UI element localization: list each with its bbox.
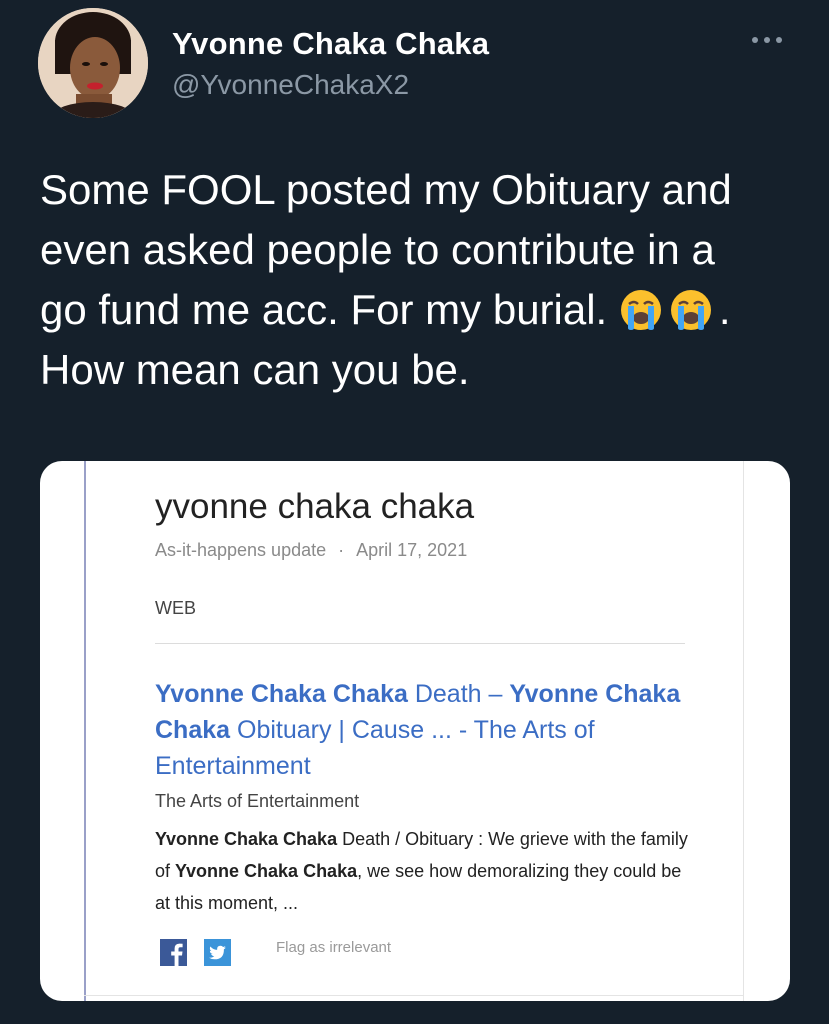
tweet-line: go fund me acc. For my burial. . [40,280,800,340]
facebook-icon[interactable] [160,939,187,966]
section-divider [155,643,685,644]
loudly-crying-face-icon [619,288,663,332]
meta-separator: · [338,540,345,560]
tweet-line: Some FOOL posted my Obituary and [40,166,732,213]
tweet-text: Some FOOL posted my Obituary and even as… [40,160,800,400]
loudly-crying-face-icon [669,288,713,332]
flag-irrelevant-link[interactable]: Flag as irrelevant [276,939,391,956]
result-source: The Arts of Entertainment [155,791,360,811]
display-name[interactable]: Yvonne Chaka Chaka [172,26,489,62]
alert-date: April 17, 2021 [356,540,468,560]
tweet: Yvonne Chaka Chaka @YvonneChakaX2 Some F… [0,0,829,1024]
more-options-icon[interactable] [749,30,785,50]
section-label: WEB [155,598,197,618]
alert-type: As-it-happens update [155,540,327,560]
result-snippet: Yvonne Chaka Chaka Death / Obituary : We… [155,823,695,919]
snippet-bold: Yvonne Chaka Chaka [175,861,358,881]
tweet-line: How mean can you be. [40,346,470,393]
avatar[interactable] [38,8,148,118]
attached-image-card[interactable]: yvonne chaka chaka As-it-happens update ·… [40,461,790,1001]
alert-meta: As-it-happens update · April 17, 2021 [155,540,467,561]
result-title-bold: Yvonne Chaka Chaka [155,680,408,708]
tweet-line-text: go fund me acc. For my burial. [40,286,619,333]
tweet-line: even asked people to contribute in a [40,226,715,273]
snippet-bold: Yvonne Chaka Chaka [155,829,338,849]
alert-title: yvonne chaka chaka [155,487,475,526]
result-title-link[interactable]: Yvonne Chaka Chaka Death – Yvonne Chaka … [155,676,695,784]
result-title-text: Death – [407,680,510,708]
card-left-rule [84,461,86,1001]
tweet-line-text: . [718,286,731,333]
card-right-rule [743,461,744,1001]
card-bottom-rule [84,995,744,996]
twitter-icon[interactable] [204,939,231,966]
user-handle[interactable]: @YvonneChakaX2 [172,69,409,101]
profile-photo-icon [38,8,148,118]
